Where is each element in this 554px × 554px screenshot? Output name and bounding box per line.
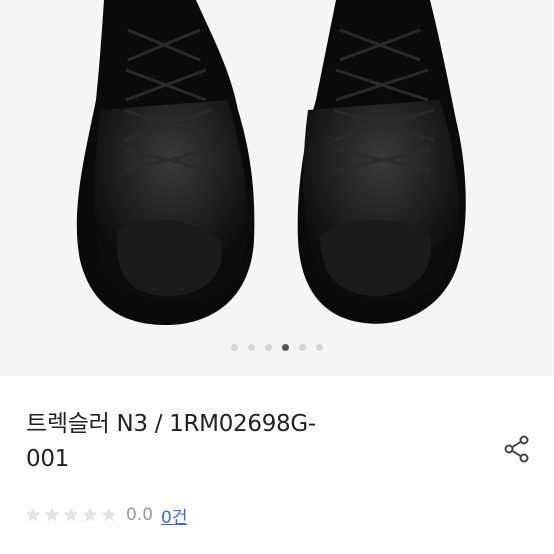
product-info: 트렉슬러 N3 / 1RM02698G- 001 0.0 0건 [0,376,554,554]
carousel-dot[interactable] [265,344,272,351]
star-icon [63,507,79,522]
carousel-dot[interactable] [299,344,306,351]
carousel-dot[interactable] [316,344,323,351]
product-image-shoes [76,0,466,326]
star-icon [101,507,117,522]
rating-summary: 0.0 0건 [24,503,188,528]
product-title-line2: 001 [26,446,69,472]
star-icon [25,507,41,522]
product-title-line1: 트렉슬러 N3 / 1RM02698G- [26,411,316,437]
carousel-pagination [0,344,554,351]
star-icon [44,507,60,522]
star-rating [24,506,118,524]
carousel-dot[interactable] [248,344,255,351]
carousel-dot[interactable] [231,344,238,351]
share-icon [504,435,529,463]
product-image-carousel[interactable] [0,0,554,376]
review-count-link[interactable]: 0건 [161,503,187,528]
star-icon [82,507,98,522]
rating-score: 0.0 [126,505,154,525]
share-button[interactable] [500,432,534,466]
product-title: 트렉슬러 N3 / 1RM02698G- 001 [26,407,426,477]
carousel-dot[interactable] [282,344,289,351]
